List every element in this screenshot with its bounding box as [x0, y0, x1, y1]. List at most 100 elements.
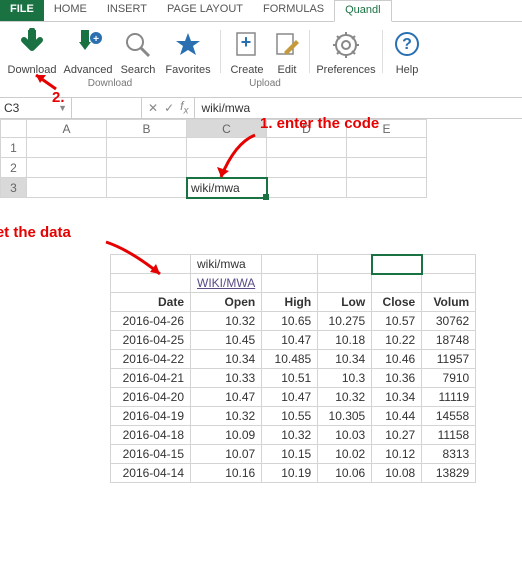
cell[interactable]	[107, 158, 187, 178]
result-cell[interactable]: 10.55	[262, 407, 318, 426]
result-cell[interactable]: 10.305	[318, 407, 372, 426]
result-cell[interactable]: 10.07	[191, 445, 262, 464]
cell[interactable]	[107, 178, 187, 198]
result-cell[interactable]: 10.08	[372, 464, 422, 483]
result-cell[interactable]: 11957	[422, 350, 476, 369]
result-cell[interactable]: 2016-04-26	[111, 312, 191, 331]
row-header-3[interactable]: 3	[1, 178, 27, 198]
result-cell[interactable]: 10.32	[262, 426, 318, 445]
preferences-button[interactable]: Preferences	[314, 26, 378, 76]
result-cell[interactable]: 10.12	[372, 445, 422, 464]
result-cell[interactable]: 2016-04-19	[111, 407, 191, 426]
row-header-1[interactable]: 1	[1, 138, 27, 158]
result-cell[interactable]: 10.18	[318, 331, 372, 350]
cell[interactable]	[267, 138, 347, 158]
result-cell[interactable]: 2016-04-15	[111, 445, 191, 464]
cell[interactable]	[27, 138, 107, 158]
result-cell[interactable]: 11158	[422, 426, 476, 445]
result-cell[interactable]: 10.275	[318, 312, 372, 331]
cancel-icon[interactable]: ✕	[148, 101, 158, 115]
result-cell[interactable]: 13829	[422, 464, 476, 483]
result-col-header[interactable]: Close	[372, 293, 422, 312]
result-cell[interactable]: 10.51	[262, 369, 318, 388]
result-cell[interactable]: 10.32	[191, 407, 262, 426]
result-selected-cell[interactable]	[372, 255, 422, 274]
result-cell[interactable]: 10.33	[191, 369, 262, 388]
result-cell[interactable]: 10.3	[318, 369, 372, 388]
result-cell[interactable]: 10.03	[318, 426, 372, 445]
result-cell[interactable]: 2016-04-25	[111, 331, 191, 350]
result-cell[interactable]: 10.485	[262, 350, 318, 369]
result-code[interactable]: wiki/mwa	[191, 255, 262, 274]
result-cell[interactable]: 10.34	[191, 350, 262, 369]
result-col-header[interactable]: Low	[318, 293, 372, 312]
tab-insert[interactable]: INSERT	[97, 0, 157, 22]
result-cell[interactable]: 10.47	[262, 388, 318, 407]
result-cell[interactable]: 2016-04-18	[111, 426, 191, 445]
select-all-corner[interactable]	[1, 120, 27, 138]
cell[interactable]	[347, 178, 427, 198]
result-col-header[interactable]: High	[262, 293, 318, 312]
favorites-button[interactable]: Favorites	[160, 26, 216, 76]
col-header-d[interactable]: D	[267, 120, 347, 138]
result-cell[interactable]: 10.47	[262, 331, 318, 350]
result-cell[interactable]: 10.19	[262, 464, 318, 483]
advanced-button[interactable]: + Advanced	[60, 26, 116, 76]
chevron-down-icon[interactable]: ▼	[58, 103, 67, 113]
result-col-header[interactable]: Volum	[422, 293, 476, 312]
cell[interactable]	[347, 138, 427, 158]
result-cell[interactable]: 10.16	[191, 464, 262, 483]
result-cell[interactable]: 10.34	[372, 388, 422, 407]
result-cell[interactable]: 10.06	[318, 464, 372, 483]
col-header-a[interactable]: A	[27, 120, 107, 138]
edit-button[interactable]: Edit	[269, 26, 305, 76]
row-header-2[interactable]: 2	[1, 158, 27, 178]
result-cell[interactable]: 10.15	[262, 445, 318, 464]
cell[interactable]	[267, 178, 347, 198]
result-cell[interactable]: 2016-04-21	[111, 369, 191, 388]
result-cell[interactable]: 7910	[422, 369, 476, 388]
tab-file[interactable]: FILE	[0, 0, 44, 22]
result-cell[interactable]: 10.27	[372, 426, 422, 445]
result-cell[interactable]: 10.45	[191, 331, 262, 350]
name-box[interactable]: C3 ▼	[0, 98, 72, 118]
result-link[interactable]: WIKI/MWA	[197, 276, 255, 290]
col-header-b[interactable]: B	[107, 120, 187, 138]
result-cell[interactable]: 10.65	[262, 312, 318, 331]
fill-handle[interactable]	[263, 194, 269, 200]
result-cell[interactable]: 30762	[422, 312, 476, 331]
formula-input[interactable]: wiki/mwa	[195, 101, 522, 115]
result-cell[interactable]: 10.34	[318, 350, 372, 369]
col-header-e[interactable]: E	[347, 120, 427, 138]
result-col-header[interactable]: Date	[111, 293, 191, 312]
tab-formulas[interactable]: FORMULAS	[253, 0, 334, 22]
result-cell[interactable]: 10.32	[191, 312, 262, 331]
tab-home[interactable]: HOME	[44, 0, 97, 22]
result-cell[interactable]: 10.47	[191, 388, 262, 407]
result-cell[interactable]: 10.32	[318, 388, 372, 407]
result-cell[interactable]: 18748	[422, 331, 476, 350]
result-cell[interactable]: 10.57	[372, 312, 422, 331]
result-cell[interactable]: 8313	[422, 445, 476, 464]
fx-icon[interactable]: fx	[180, 99, 188, 116]
result-cell[interactable]: 10.22	[372, 331, 422, 350]
tab-page-layout[interactable]: PAGE LAYOUT	[157, 0, 253, 22]
result-cell[interactable]: 2016-04-22	[111, 350, 191, 369]
result-cell[interactable]: 10.44	[372, 407, 422, 426]
result-cell[interactable]: 10.02	[318, 445, 372, 464]
cell[interactable]	[107, 138, 187, 158]
result-cell[interactable]: 10.36	[372, 369, 422, 388]
cell[interactable]	[347, 158, 427, 178]
result-cell[interactable]: 10.46	[372, 350, 422, 369]
result-cell[interactable]: 2016-04-20	[111, 388, 191, 407]
tab-quandl[interactable]: Quandl	[334, 0, 391, 22]
cell[interactable]	[27, 178, 107, 198]
help-button[interactable]: ? Help	[387, 26, 427, 76]
search-button[interactable]: Search	[116, 26, 160, 76]
download-button[interactable]: Download	[4, 26, 60, 76]
cell[interactable]	[267, 158, 347, 178]
confirm-icon[interactable]: ✓	[164, 101, 174, 115]
create-button[interactable]: + Create	[225, 26, 269, 76]
result-cell[interactable]: 11119	[422, 388, 476, 407]
result-cell[interactable]: 10.09	[191, 426, 262, 445]
